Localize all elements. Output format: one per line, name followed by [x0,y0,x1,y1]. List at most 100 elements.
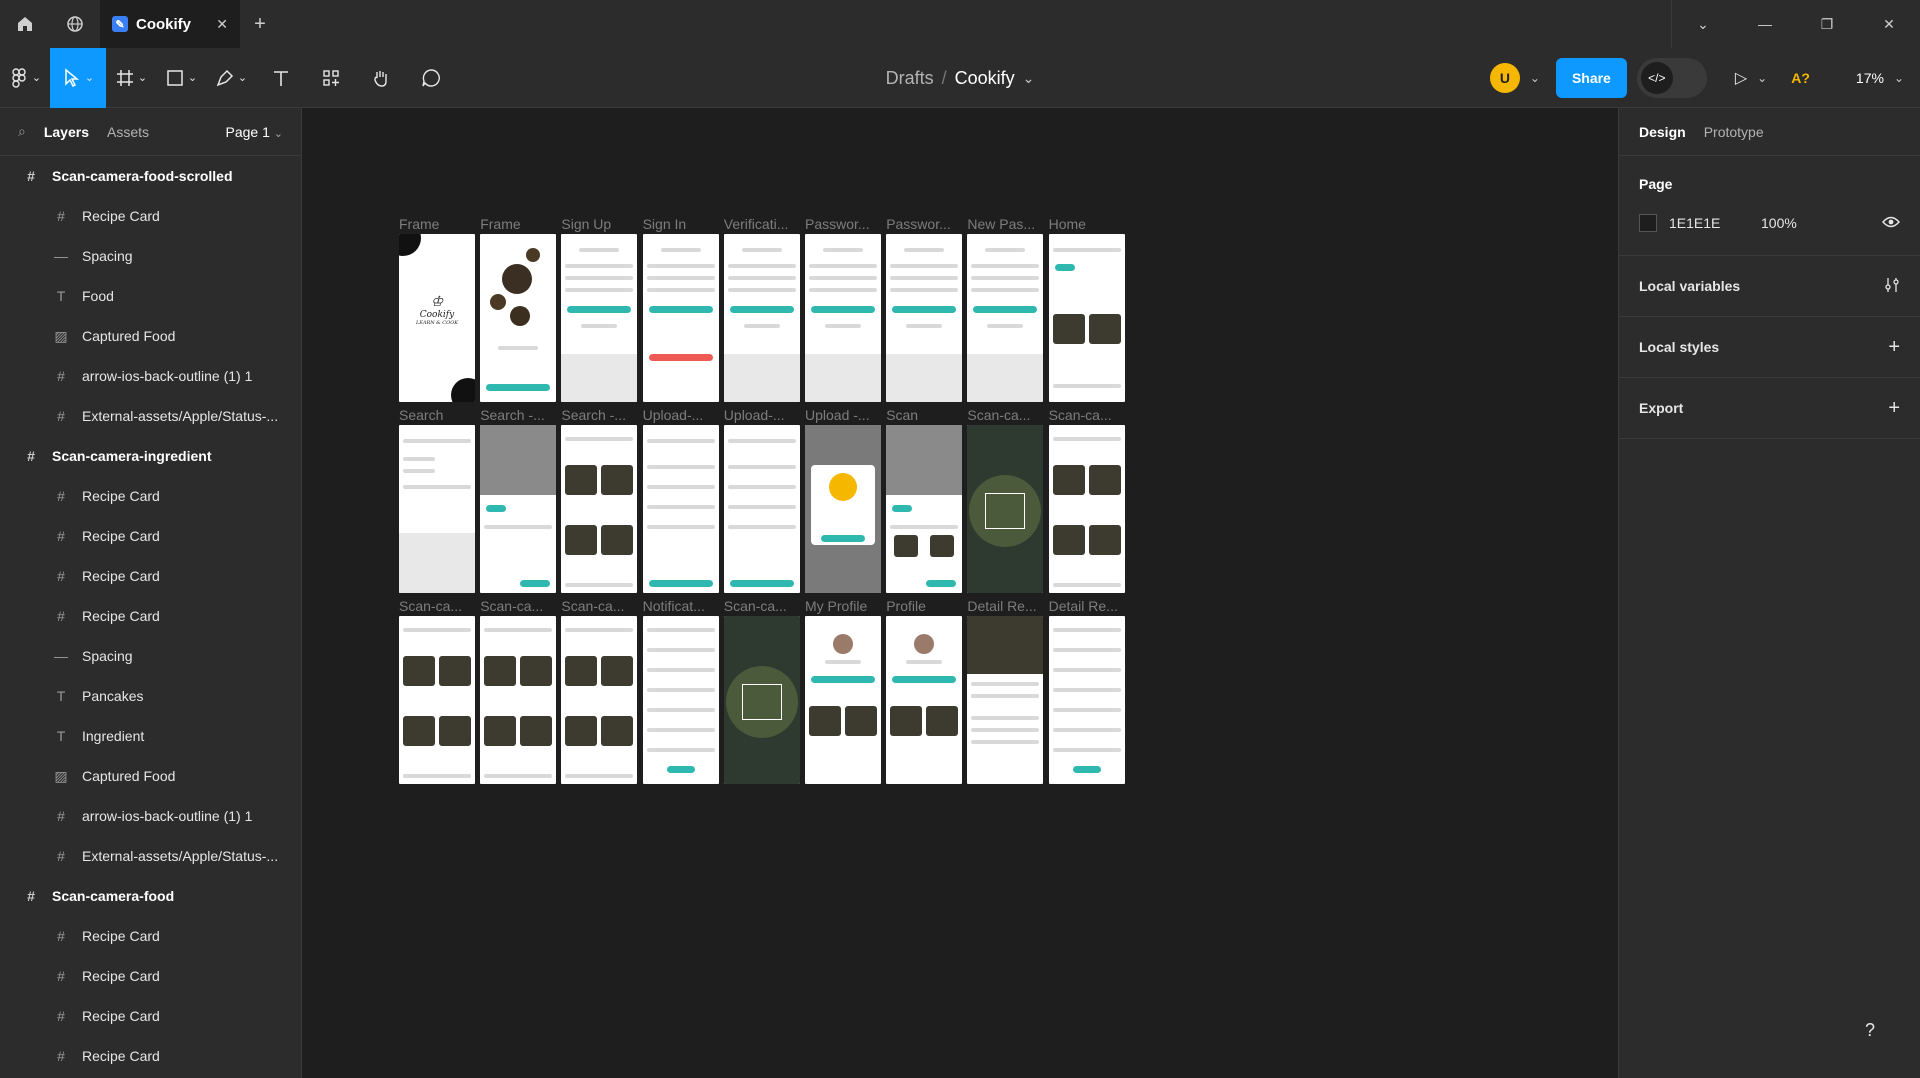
share-button[interactable]: Share [1555,58,1627,98]
frame-label[interactable]: Passwor... [886,216,962,234]
frame-thumbnail[interactable]: Detail Re... [967,598,1044,784]
chevron-down-icon[interactable]: ⌄ [1757,71,1767,85]
chevron-down-icon[interactable]: ⌄ [1894,71,1904,85]
comment-tool-button[interactable] [406,48,456,108]
pen-tool-button[interactable]: ⌄ [206,48,256,108]
tab-design[interactable]: Design [1639,124,1686,140]
main-menu-button[interactable]: ⌄ [0,48,50,108]
layer-item[interactable]: # Recipe Card [0,996,301,1036]
frame-thumbnail[interactable]: Search -... [561,407,638,593]
frame-preview[interactable] [642,425,719,593]
hand-tool-button[interactable] [356,48,406,108]
layer-item[interactable]: # Recipe Card [0,1036,301,1076]
frame-label[interactable]: Scan-ca... [724,598,800,616]
frame-thumbnail[interactable]: Scan-ca... [1048,407,1125,593]
text-tool-button[interactable] [256,48,306,108]
layer-item[interactable]: ▨ Captured Food [0,756,301,796]
frame-thumbnail[interactable]: Scan-ca... [480,598,557,784]
frame-label[interactable]: Scan-ca... [480,598,556,616]
eye-icon[interactable] [1882,215,1900,231]
move-tool-button[interactable]: ⌄ [50,47,106,108]
frame-label[interactable]: Scan [886,407,962,425]
frame-thumbnail[interactable]: Detail Re... [1048,598,1125,784]
ai-badge[interactable]: A? [1791,70,1810,86]
restore-icon[interactable]: ❐ [1796,0,1858,48]
frame-preview[interactable] [886,234,963,402]
search-icon[interactable]: ⌕ [18,123,26,140]
avatar[interactable]: U [1489,63,1520,93]
layer-frame[interactable]: # Scan-camera-food-scrolled [0,156,301,196]
frame-label[interactable]: Sign Up [561,216,637,234]
help-button[interactable]: ? [1850,1010,1890,1050]
frame-thumbnail[interactable]: Upload -... [805,407,881,593]
frame-thumbnail[interactable]: Scan-ca... [561,598,638,784]
tab-layers[interactable]: Layers [44,124,89,140]
frame-label[interactable]: Sign In [643,216,719,234]
frame-thumbnail[interactable]: Scan-ca... [967,407,1044,593]
chevron-down-icon[interactable]: ⌄ [1672,0,1734,48]
layer-item[interactable]: # Recipe Card [0,516,301,556]
home-icon[interactable] [0,0,50,48]
tab-prototype[interactable]: Prototype [1704,124,1764,140]
frame-label[interactable]: Frame [480,216,556,234]
frame-thumbnail[interactable]: Search -... [480,407,557,593]
frame-label[interactable]: Scan-ca... [399,598,475,616]
frame-label[interactable]: My Profile [805,598,881,616]
frame-preview[interactable] [967,616,1044,784]
frame-preview[interactable] [561,425,638,593]
frame-thumbnail[interactable]: New Pas... [967,216,1044,402]
new-tab-icon[interactable]: + [240,0,280,48]
layer-item[interactable]: # Recipe Card [0,196,301,236]
frame-thumbnail[interactable]: Passwor... [805,216,881,402]
frame-preview[interactable] [723,616,800,784]
background-color-value[interactable]: 1E1E1E [1669,215,1761,231]
frame-label[interactable]: Scan-ca... [561,598,637,616]
chevron-down-icon[interactable]: ⌄ [1530,71,1540,85]
frame-label[interactable]: Detail Re... [1049,598,1125,616]
layer-item[interactable]: T Ingredient [0,716,301,756]
page-selector[interactable]: Page 1 ⌄ [226,124,283,140]
frame-thumbnail[interactable]: Verificati... [723,216,800,402]
frame-preview[interactable] [399,616,475,784]
layer-item[interactable]: # External-assets/Apple/Status-... [0,836,301,876]
frame-preview[interactable] [967,425,1044,593]
frame-thumbnail[interactable]: Profile [886,598,963,784]
layer-item[interactable]: ▨ Captured Food [0,316,301,356]
frame-preview[interactable] [886,616,963,784]
file-tab[interactable]: ✎ Cookify ✕ [100,0,240,48]
plus-icon[interactable]: + [1888,336,1900,359]
frame-thumbnail[interactable]: Search [399,407,475,593]
frame-preview[interactable] [1048,616,1125,784]
layer-item[interactable]: T Food [0,276,301,316]
frame-preview[interactable] [886,425,963,593]
frame-thumbnail[interactable]: Home [1048,216,1125,402]
sliders-icon[interactable] [1884,277,1900,296]
layer-item[interactable]: # External-assets/Apple/Status-... [0,396,301,436]
frame-label[interactable]: New Pas... [967,216,1043,234]
frame-thumbnail[interactable]: Notificat... [642,598,719,784]
frame-label[interactable]: Frame [399,216,475,234]
layer-item[interactable]: — Spacing [0,236,301,276]
frame-preview[interactable] [642,234,719,402]
frame-preview[interactable] [561,616,638,784]
close-tab-icon[interactable]: ✕ [216,16,228,33]
frame-thumbnail[interactable]: Frame ♔ Cookify LEARN & COOK [399,216,475,402]
frame-label[interactable]: Profile [886,598,962,616]
frame-thumbnail[interactable]: My Profile [805,598,881,784]
background-color-swatch[interactable] [1639,214,1657,232]
background-opacity-value[interactable]: 100% [1761,215,1797,231]
canvas[interactable]: Frame ♔ Cookify LEARN & COOK Frame Sign Up Sig… [302,108,1618,1078]
frame-label[interactable]: Scan-ca... [1049,407,1125,425]
frame-preview[interactable] [399,425,475,593]
frame-preview[interactable] [967,234,1044,402]
frame-label[interactable]: Home [1049,216,1125,234]
frame-preview[interactable] [561,234,638,402]
frame-label[interactable]: Verificati... [724,216,800,234]
layer-item[interactable]: # Recipe Card [0,596,301,636]
layer-frame[interactable]: # Scan-camera-food [0,876,301,916]
frame-thumbnail[interactable]: Sign Up [561,216,638,402]
frame-thumbnail[interactable]: Scan-ca... [723,598,800,784]
close-window-icon[interactable]: ✕ [1858,0,1920,48]
frame-label[interactable]: Search -... [561,407,637,425]
frame-label[interactable]: Scan-ca... [967,407,1043,425]
